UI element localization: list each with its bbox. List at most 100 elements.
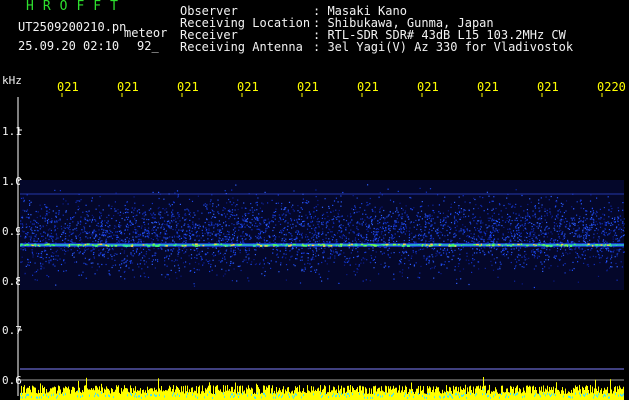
noise-pixel — [490, 225, 492, 227]
noise-pixel — [524, 227, 526, 229]
noise-pixel — [351, 249, 354, 251]
noise-pixel — [140, 227, 143, 229]
noise-pixel — [160, 211, 162, 213]
level-bar — [79, 387, 80, 400]
noise-pixel — [170, 253, 172, 255]
noise-pixel — [122, 241, 124, 243]
noise-pixel — [509, 203, 511, 205]
noise-pixel — [294, 265, 296, 267]
noise-pixel — [614, 218, 616, 220]
noise-pixel — [102, 209, 104, 211]
noise-pixel — [86, 264, 88, 266]
noise-pixel — [137, 263, 139, 265]
noise-pixel — [236, 238, 238, 240]
carrier-pixel — [70, 243, 73, 246]
noise-pixel — [103, 254, 105, 256]
noise-pixel — [387, 221, 389, 223]
noise-pixel — [228, 269, 230, 271]
noise-pixel — [436, 254, 438, 256]
noise-pixel — [299, 282, 302, 284]
noise-pixel — [603, 241, 605, 244]
noise-pixel — [140, 247, 142, 249]
noise-pixel — [277, 194, 279, 196]
noise-pixel — [402, 216, 404, 218]
noise-pixel — [444, 247, 446, 250]
noise-pixel — [589, 227, 591, 229]
noise-pixel — [231, 209, 234, 211]
noise-pixel — [291, 240, 293, 242]
level-bar — [60, 389, 61, 400]
noise-pixel — [278, 214, 280, 216]
noise-pixel — [523, 266, 525, 268]
level-bar — [66, 387, 67, 400]
carrier-pixel — [381, 244, 384, 246]
level-bar-cyan — [127, 394, 128, 397]
noise-pixel — [55, 233, 57, 235]
noise-pixel — [136, 250, 138, 252]
noise-pixel — [140, 240, 142, 243]
level-bar — [301, 392, 302, 400]
noise-pixel — [459, 270, 461, 272]
noise-pixel — [355, 263, 357, 265]
noise-pixel — [226, 236, 228, 238]
noise-pixel — [276, 254, 278, 256]
noise-pixel — [506, 254, 508, 256]
noise-pixel — [583, 251, 585, 253]
noise-pixel — [226, 234, 228, 236]
noise-pixel — [141, 225, 143, 227]
noise-pixel — [125, 265, 127, 267]
noise-pixel — [471, 271, 473, 273]
level-bar — [202, 385, 203, 400]
level-bar — [137, 390, 138, 400]
level-bar-cyan — [209, 391, 210, 394]
level-bar — [51, 388, 52, 400]
noise-pixel — [161, 226, 163, 228]
noise-pixel — [167, 214, 169, 216]
noise-pixel — [406, 214, 408, 216]
noise-pixel — [166, 223, 168, 225]
noise-pixel — [211, 239, 213, 241]
noise-pixel — [189, 212, 191, 214]
noise-pixel — [496, 241, 498, 243]
noise-pixel — [72, 221, 74, 223]
noise-pixel — [350, 252, 352, 254]
level-bar-cyan — [59, 393, 60, 396]
noise-pixel — [50, 232, 52, 235]
noise-pixel — [582, 221, 584, 223]
noise-pixel — [457, 214, 459, 216]
noise-pixel — [490, 260, 492, 262]
noise-pixel — [426, 218, 428, 220]
noise-pixel — [193, 212, 195, 214]
noise-pixel — [321, 206, 324, 208]
noise-pixel — [90, 262, 92, 264]
noise-pixel — [111, 258, 113, 260]
noise-pixel — [353, 270, 355, 272]
noise-pixel — [620, 261, 622, 263]
noise-pixel — [212, 210, 214, 212]
level-bar — [114, 391, 115, 400]
noise-pixel — [446, 256, 449, 258]
noise-pixel — [264, 231, 266, 234]
noise-pixel — [150, 213, 152, 215]
noise-pixel — [377, 238, 380, 240]
level-bar — [351, 392, 352, 400]
level-bar — [303, 388, 304, 400]
noise-pixel — [256, 237, 258, 239]
noise-pixel — [332, 204, 334, 206]
noise-pixel — [26, 209, 29, 211]
noise-pixel — [264, 270, 266, 273]
noise-pixel — [361, 203, 363, 205]
noise-pixel — [345, 261, 347, 264]
carrier-pixel — [97, 243, 100, 246]
noise-pixel — [338, 221, 340, 223]
noise-pixel — [578, 227, 580, 229]
noise-pixel — [379, 211, 381, 213]
noise-pixel — [542, 270, 544, 272]
noise-pixel — [517, 223, 520, 225]
noise-pixel — [205, 205, 207, 207]
noise-pixel — [52, 210, 54, 212]
noise-pixel — [105, 238, 107, 240]
noise-pixel — [589, 200, 592, 202]
noise-pixel — [109, 274, 111, 276]
carrier-pixel — [438, 244, 441, 246]
